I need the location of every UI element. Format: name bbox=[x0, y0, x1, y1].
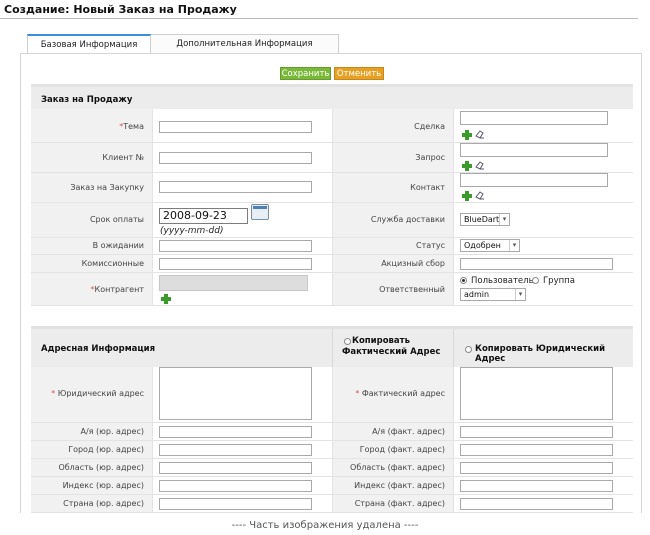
field-label: Индекс (факт. адрес) bbox=[332, 477, 453, 494]
account-input[interactable] bbox=[159, 275, 308, 291]
billing-pobox-input[interactable] bbox=[159, 426, 312, 438]
field-label: Запрос bbox=[332, 143, 453, 172]
purchase-order-input[interactable] bbox=[159, 181, 312, 193]
chevron-down-icon: ▾ bbox=[509, 240, 519, 251]
field-label: *Контрагент bbox=[31, 273, 152, 305]
shipping-pobox-input[interactable] bbox=[460, 426, 613, 438]
field-label: Срок оплаты bbox=[31, 203, 152, 237]
commission-input[interactable] bbox=[159, 258, 312, 270]
shipping-address-textarea[interactable] bbox=[460, 367, 613, 420]
subject-input[interactable] bbox=[159, 121, 312, 133]
image-removed-note: ---- Часть изображения удалена ---- bbox=[231, 520, 419, 531]
pending-input[interactable] bbox=[159, 240, 312, 252]
assign-user-radio[interactable] bbox=[460, 277, 467, 284]
copy-shipping-label: Копировать Фактический Адрес bbox=[342, 336, 441, 357]
field-label: Город (факт. адрес) bbox=[332, 441, 453, 458]
field-label: Клиент № bbox=[31, 143, 152, 172]
field-label: * Юридический адрес bbox=[31, 367, 152, 422]
shipping-country-input[interactable] bbox=[460, 498, 613, 510]
add-icon[interactable] bbox=[462, 161, 472, 171]
field-label: В ожидании bbox=[31, 238, 152, 254]
form-row: Комиссионные Акцизный сбор bbox=[31, 255, 633, 273]
section-header-sales-order: Заказ на Продажу bbox=[31, 84, 633, 109]
field-label: * Фактический адрес bbox=[332, 367, 453, 422]
copy-billing-radio[interactable] bbox=[465, 346, 472, 353]
excise-duty-input[interactable] bbox=[460, 258, 613, 270]
section-header-address: Адресная Информация Копировать Фактическ… bbox=[31, 326, 633, 367]
form-row: В ожидании Статус Одобрен ▾ bbox=[31, 238, 633, 255]
billing-city-input[interactable] bbox=[159, 444, 312, 456]
copy-billing-label: Копировать Юридический Адрес bbox=[475, 344, 606, 364]
form-row: * Юридический адрес * Фактический адрес bbox=[31, 367, 633, 423]
contact-input[interactable] bbox=[460, 173, 608, 187]
due-date-input[interactable]: 2008-09-23 bbox=[159, 208, 248, 224]
form-row: Область (юр. адрес) Область (факт. адрес… bbox=[31, 459, 633, 477]
field-label: Заказ на Закупку bbox=[31, 173, 152, 202]
field-label: Служба доставки bbox=[332, 203, 453, 237]
title-divider bbox=[0, 18, 638, 19]
field-label: Акцизный сбор bbox=[332, 255, 453, 272]
assigned-user-select[interactable]: admin ▾ bbox=[460, 288, 526, 301]
billing-zip-input[interactable] bbox=[159, 480, 312, 492]
date-format-hint: (yyyy-mm-dd) bbox=[160, 226, 224, 236]
clear-icon[interactable] bbox=[475, 190, 485, 200]
form-row: Срок оплаты 2008-09-23 (yyyy-mm-dd) Служ… bbox=[31, 203, 633, 238]
form-row: Заказ на Закупку Контакт bbox=[31, 173, 633, 203]
assign-group-label: Группа bbox=[543, 276, 575, 286]
billing-address-textarea[interactable] bbox=[159, 367, 312, 420]
field-label: *Тема bbox=[31, 109, 152, 142]
cancel-button[interactable]: Отменить bbox=[334, 67, 384, 80]
field-label: А/я (юр. адрес) bbox=[31, 423, 152, 440]
section-title: Адресная Информация bbox=[41, 344, 156, 354]
field-label: Область (факт. адрес) bbox=[332, 459, 453, 476]
assign-group-radio[interactable] bbox=[532, 277, 539, 284]
chevron-down-icon: ▾ bbox=[515, 289, 525, 300]
form-row: Индекс (юр. адрес) Индекс (факт. адрес) bbox=[31, 477, 633, 495]
form-row: А/я (юр. адрес) А/я (факт. адрес) bbox=[31, 423, 633, 441]
field-label: Страна (юр. адрес) bbox=[31, 495, 152, 512]
add-icon[interactable] bbox=[462, 191, 472, 201]
clear-icon[interactable] bbox=[475, 160, 485, 170]
field-label: Комиссионные bbox=[31, 255, 152, 272]
tab-basic-info[interactable]: Базовая Информация bbox=[27, 34, 151, 53]
field-label: Индекс (юр. адрес) bbox=[31, 477, 152, 494]
billing-state-input[interactable] bbox=[159, 462, 312, 474]
save-button[interactable]: Сохранить bbox=[280, 67, 331, 80]
field-label: Город (юр. адрес) bbox=[31, 441, 152, 458]
field-label: Страна (факт. адрес) bbox=[332, 495, 453, 512]
shipping-state-input[interactable] bbox=[460, 462, 613, 474]
quote-input[interactable] bbox=[460, 143, 608, 157]
deal-input[interactable] bbox=[460, 111, 608, 125]
form-row: Город (юр. адрес) Город (факт. адрес) bbox=[31, 441, 633, 459]
form-row: *Контрагент Ответственный Пользователь Г… bbox=[31, 273, 633, 306]
calendar-icon[interactable] bbox=[251, 204, 269, 220]
clear-icon[interactable] bbox=[475, 129, 485, 139]
field-label: Ответственный bbox=[332, 273, 453, 305]
add-icon[interactable] bbox=[462, 130, 472, 140]
carrier-select[interactable]: BlueDart ▾ bbox=[460, 213, 510, 226]
section-title: Заказ на Продажу bbox=[41, 95, 133, 105]
form-row: Страна (юр. адрес) Страна (факт. адрес) bbox=[31, 495, 633, 513]
form-row: Клиент № Запрос bbox=[31, 143, 633, 173]
add-icon[interactable] bbox=[161, 294, 171, 304]
field-label: Контакт bbox=[332, 173, 453, 202]
assign-user-label: Пользователь bbox=[471, 276, 534, 286]
chevron-down-icon: ▾ bbox=[499, 214, 509, 225]
field-label: Статус bbox=[332, 238, 453, 254]
page-title: Создание: Новый Заказ на Продажу bbox=[4, 3, 237, 16]
customer-no-input[interactable] bbox=[159, 152, 312, 164]
status-select[interactable]: Одобрен ▾ bbox=[460, 239, 520, 252]
form-row: *Тема Сделка bbox=[31, 109, 633, 143]
shipping-zip-input[interactable] bbox=[460, 480, 613, 492]
field-label: Область (юр. адрес) bbox=[31, 459, 152, 476]
field-label: А/я (факт. адрес) bbox=[332, 423, 453, 440]
tab-more-info[interactable]: Дополнительная Информация bbox=[151, 34, 339, 53]
shipping-city-input[interactable] bbox=[460, 444, 613, 456]
field-label: Сделка bbox=[332, 109, 453, 142]
billing-country-input[interactable] bbox=[159, 498, 312, 510]
